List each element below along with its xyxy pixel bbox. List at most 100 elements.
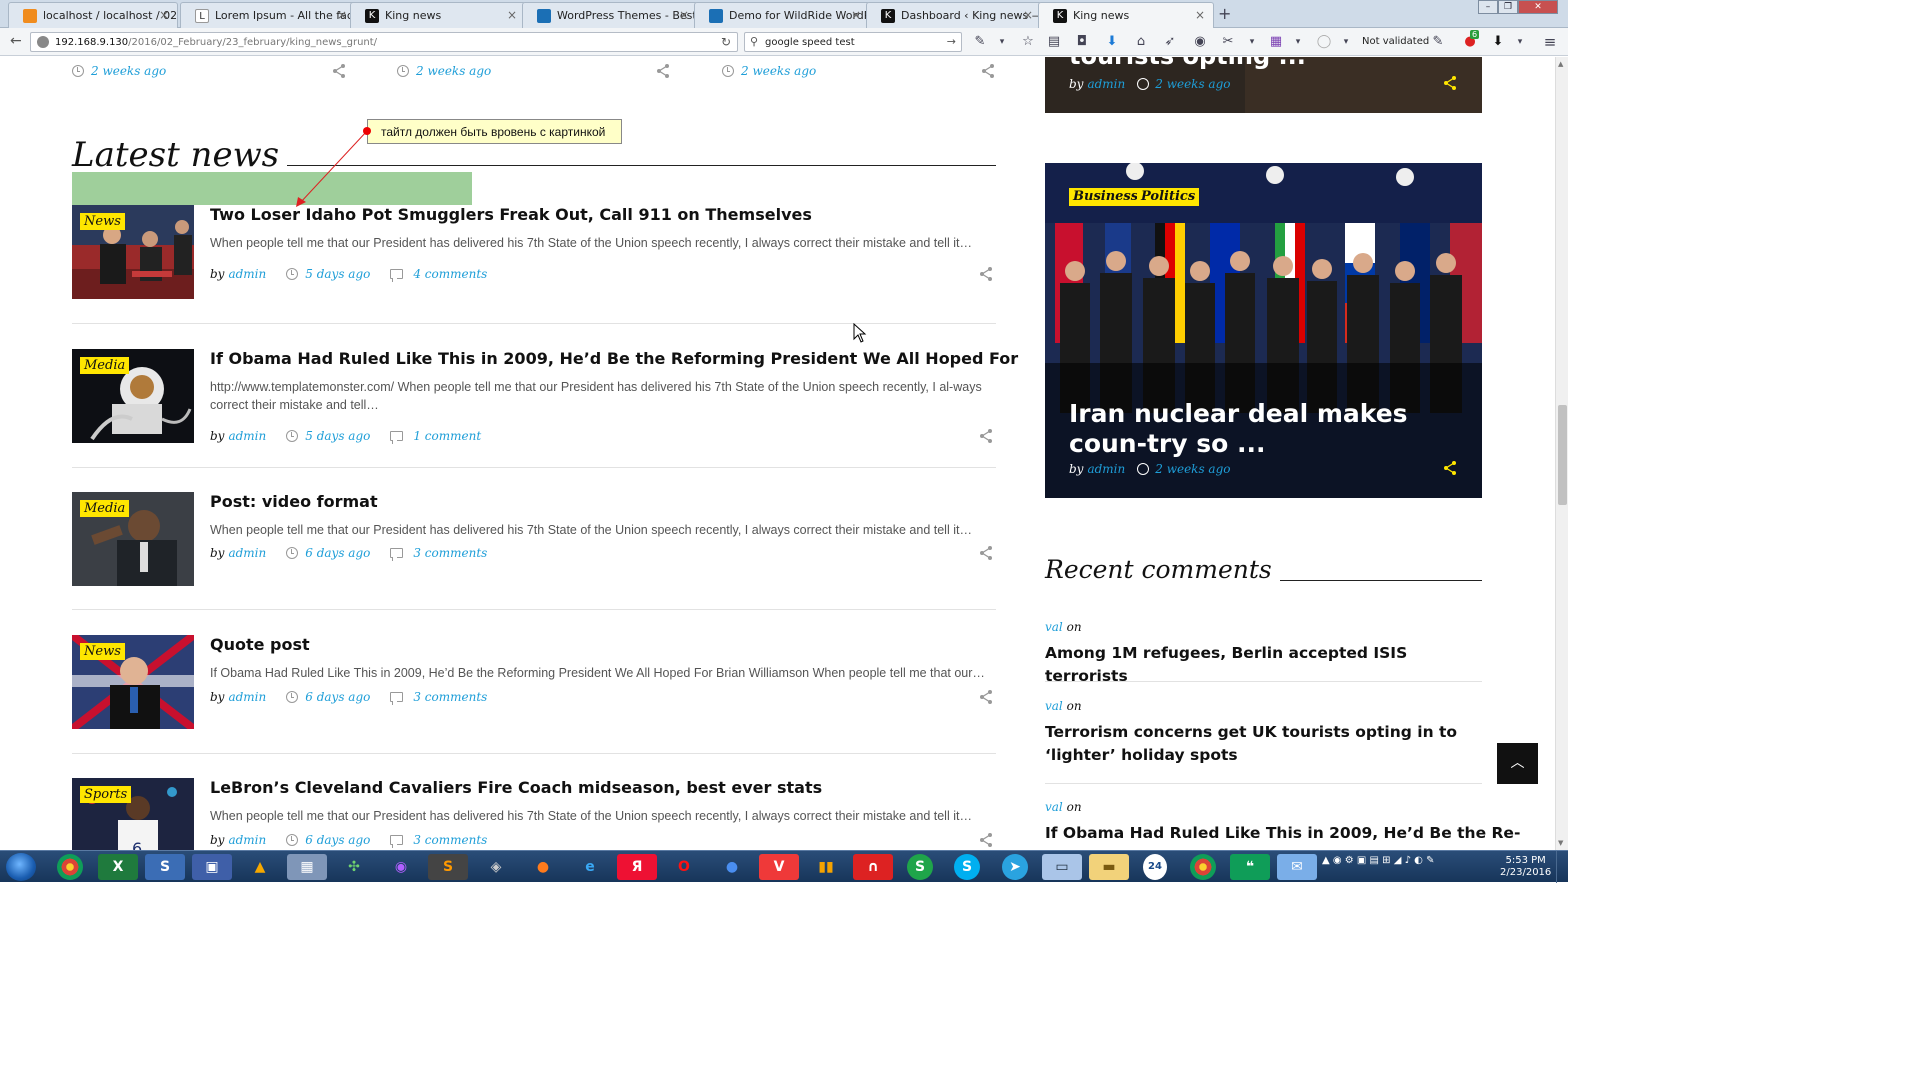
post-author[interactable]: admin xyxy=(228,833,266,847)
opera-icon[interactable]: O xyxy=(664,854,704,880)
share-icon[interactable] xyxy=(978,266,994,282)
post-thumbnail[interactable]: News xyxy=(72,205,194,299)
post-comments-link[interactable]: 1 comment xyxy=(413,429,481,443)
post-title[interactable]: If Obama Had Ruled Like This in 2009, He… xyxy=(210,349,1018,368)
post-time[interactable]: 2 weeks ago xyxy=(722,64,816,78)
close-tab-icon[interactable]: × xyxy=(851,8,861,22)
dropdown-icon[interactable]: ▾ xyxy=(1290,34,1306,50)
status-circle-icon[interactable]: ◯ xyxy=(1316,34,1332,50)
share-icon[interactable] xyxy=(978,428,994,444)
share-icon[interactable] xyxy=(980,63,996,79)
menu-icon[interactable]: ≡ xyxy=(1542,34,1558,50)
save-icon[interactable]: ▣ xyxy=(192,854,232,880)
post-time[interactable]: 6 days ago xyxy=(305,833,370,847)
browser-tab-active[interactable]: K King news × xyxy=(1038,2,1214,29)
share-icon[interactable] xyxy=(978,545,994,561)
sublime-icon[interactable]: S xyxy=(428,854,468,880)
skype-icon[interactable]: S xyxy=(954,854,980,880)
telegram-icon[interactable]: ➤ xyxy=(1002,854,1028,880)
post-title[interactable]: LeBron’s Cleveland Cavaliers Fire Coach … xyxy=(210,778,822,797)
post-time[interactable]: 2 weeks ago xyxy=(72,64,166,78)
browser-tab[interactable]: L Lorem Ipsum - All the facts... × xyxy=(180,2,356,28)
category-tag[interactable]: Politics xyxy=(1137,188,1200,206)
site-info-icon[interactable] xyxy=(37,36,49,48)
post-thumbnail[interactable]: Media xyxy=(72,349,194,443)
browser-tab[interactable]: localhost / localhost / 02-2... × xyxy=(8,2,178,28)
search-box[interactable]: ⚲ google speed test → xyxy=(744,32,962,52)
sidebar-featured-card[interactable]: tourists opting ... byadmin2 weeks ago xyxy=(1045,57,1482,113)
chat-icon[interactable]: ◉ xyxy=(1192,34,1208,50)
post-time[interactable]: 6 days ago xyxy=(305,690,370,704)
s-icon[interactable]: S xyxy=(907,854,933,880)
back-icon[interactable]: ← xyxy=(10,33,22,49)
post-title[interactable]: Post: video format xyxy=(210,492,378,511)
yandex-icon[interactable]: Я xyxy=(617,854,657,880)
skype-s-icon[interactable]: S xyxy=(145,854,185,880)
comment-author[interactable]: val xyxy=(1045,699,1063,713)
comment-post-link[interactable]: Terrorism concerns get UK tourists optin… xyxy=(1045,721,1482,767)
download-arrow-icon[interactable]: ⬇ xyxy=(1490,34,1506,50)
taskbar-clock[interactable]: 5:53 PM 2/23/2016 xyxy=(1500,855,1551,879)
post-author[interactable]: admin xyxy=(228,429,266,443)
post-title[interactable]: Quote post xyxy=(210,635,310,654)
notepad-icon[interactable]: ▭ xyxy=(1042,854,1082,880)
chrome-icon[interactable] xyxy=(1190,854,1216,880)
sidebar-featured-card[interactable]: Business Politics Iran nuclear deal make… xyxy=(1045,163,1482,498)
scroll-down-icon[interactable]: ▼ xyxy=(1558,839,1563,847)
scroll-up-icon[interactable]: ▲ xyxy=(1558,60,1563,68)
maximize-icon[interactable]: ❐ xyxy=(1498,0,1518,14)
post-time[interactable]: 6 days ago xyxy=(305,546,370,560)
send-icon[interactable]: ➶ xyxy=(1162,34,1178,50)
gamepad-icon[interactable]: ◈ xyxy=(476,854,516,880)
folder-icon[interactable]: ▬ xyxy=(1089,854,1129,880)
bookmark-icon[interactable]: ▮▮ xyxy=(806,854,846,880)
minimize-icon[interactable]: – xyxy=(1478,0,1498,14)
close-tab-icon[interactable]: × xyxy=(1195,8,1205,22)
browser-tab[interactable]: WordPress Themes - Best ... × xyxy=(522,2,698,28)
post-time[interactable]: 2 weeks ago xyxy=(397,64,491,78)
hangouts-icon[interactable]: ❝ xyxy=(1230,854,1270,880)
clipboard-icon[interactable]: ▤ xyxy=(1046,34,1062,50)
category-tag[interactable]: Media xyxy=(80,500,130,517)
notes-icon[interactable]: ✎ xyxy=(972,34,988,50)
badge-24-icon[interactable]: 24 xyxy=(1143,854,1167,880)
comment-author[interactable]: val xyxy=(1045,800,1063,814)
comment-author[interactable]: val xyxy=(1045,620,1063,634)
category-tag[interactable]: Media xyxy=(80,357,130,374)
search-go-icon[interactable]: → xyxy=(947,35,956,48)
share-icon[interactable] xyxy=(1442,75,1458,91)
category-tag[interactable]: Sports xyxy=(80,786,132,803)
post-author[interactable]: admin xyxy=(228,690,266,704)
post-time[interactable]: 5 days ago xyxy=(305,267,370,281)
screenshot-icon[interactable]: ✂ xyxy=(1220,34,1236,50)
browser-tab[interactable]: Demo for WildRide WordPr... × xyxy=(694,2,870,28)
dropdown-icon[interactable]: ▾ xyxy=(1244,34,1260,50)
headphones-icon[interactable]: ∩ xyxy=(853,854,893,880)
apps-grid-icon[interactable]: ▦ xyxy=(1268,34,1284,50)
close-tab-icon[interactable]: × xyxy=(507,8,517,22)
post-thumbnail[interactable]: 6 Sports xyxy=(72,778,194,850)
share-icon[interactable] xyxy=(1442,460,1458,476)
featured-author[interactable]: admin xyxy=(1087,462,1125,476)
avast-icon[interactable]: ▲ xyxy=(240,854,280,880)
browser-tab[interactable]: K King news × xyxy=(350,2,526,28)
post-comments-link[interactable]: 4 comments xyxy=(413,267,487,281)
new-tab-button[interactable]: + xyxy=(1218,4,1231,23)
search-input[interactable]: google speed test xyxy=(765,37,855,48)
home-icon[interactable]: ⌂ xyxy=(1133,34,1149,50)
post-title[interactable]: Two Loser Idaho Pot Smugglers Freak Out,… xyxy=(210,205,812,224)
close-window-icon[interactable]: ✕ xyxy=(1518,0,1558,14)
featured-title[interactable]: Iran nuclear deal makes coun-try so ... xyxy=(1069,399,1469,459)
share-icon[interactable] xyxy=(978,832,994,848)
post-author[interactable]: admin xyxy=(228,267,266,281)
page-scrollbar[interactable]: ▲ ▼ xyxy=(1555,57,1568,850)
category-tag[interactable]: News xyxy=(80,213,125,230)
ie-icon[interactable]: e xyxy=(570,854,610,880)
dropdown-icon[interactable]: ▾ xyxy=(1512,34,1528,50)
download-icon[interactable]: ⬇ xyxy=(1104,34,1120,50)
share-icon[interactable] xyxy=(331,63,347,79)
mail-icon[interactable]: ✉ xyxy=(1277,854,1317,880)
firefox-icon[interactable]: ● xyxy=(523,854,563,880)
post-comments-link[interactable]: 3 comments xyxy=(413,546,487,560)
calculator-icon[interactable]: ▦ xyxy=(287,854,327,880)
